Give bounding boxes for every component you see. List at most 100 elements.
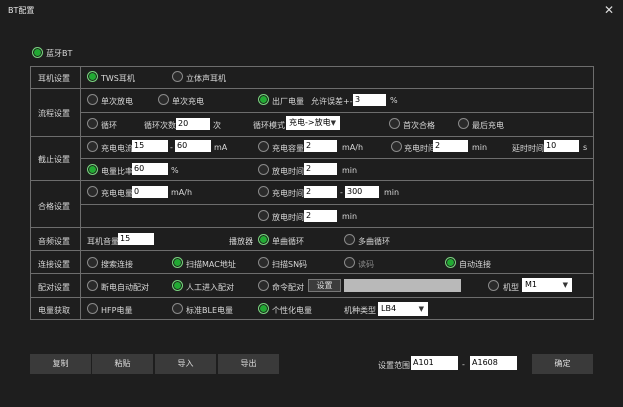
ble-radio[interactable] — [172, 303, 183, 314]
read-code-radio[interactable] — [344, 257, 355, 268]
delay-time-input[interactable]: 10 — [544, 140, 579, 152]
loop-mode-select[interactable]: 充电->放电 ▼ — [286, 116, 340, 130]
pass-charge-time-separator: - — [340, 188, 343, 197]
hfp-label: HFP电量 — [101, 306, 133, 315]
custom-power-radio[interactable] — [258, 303, 269, 314]
pass-discharge-time-input[interactable]: 2 — [304, 210, 337, 222]
stereo-radio[interactable] — [172, 71, 183, 82]
single-charge-label: 单次充电 — [172, 97, 204, 106]
single-discharge-radio[interactable] — [87, 94, 98, 105]
row-label-process: 流程设置 — [38, 109, 70, 118]
cmd-pair-radio[interactable] — [258, 280, 269, 291]
copy-button[interactable]: 复制 — [30, 354, 91, 374]
charge-time-label: 充电时间 — [404, 144, 436, 153]
auto-connect-label: 自动连接 — [459, 260, 491, 269]
pass-charge-time-radio[interactable] — [258, 186, 269, 197]
manual-pair-label: 人工进入配对 — [186, 283, 234, 292]
type-value: LB4 — [381, 304, 397, 313]
power-ratio-percent: % — [171, 166, 179, 175]
charge-power-label: 充电电量 — [101, 189, 133, 198]
charge-power-radio[interactable] — [87, 186, 98, 197]
power-off-pair-radio[interactable] — [87, 280, 98, 291]
row-label-pair: 配对设置 — [38, 283, 70, 292]
model-label: 机型 — [503, 283, 519, 292]
range-to-input[interactable]: A1608 — [470, 356, 517, 370]
scan-mac-radio[interactable] — [172, 257, 183, 268]
charge-current-label: 充电电流 — [101, 144, 133, 153]
charge-current-max-input[interactable]: 60 — [175, 140, 211, 152]
last-charge-radio[interactable] — [458, 118, 469, 129]
manual-pair-radio[interactable] — [172, 280, 183, 291]
model-select[interactable]: M1 ▼ — [522, 278, 572, 292]
row-label-earphone: 耳机设置 — [38, 74, 70, 83]
allowed-error-input[interactable]: 3 — [353, 94, 386, 106]
model-radio[interactable] — [488, 280, 499, 291]
row-divider — [30, 180, 594, 181]
charge-capacity-input[interactable]: 2 — [304, 140, 337, 152]
charge-capacity-radio[interactable] — [258, 141, 269, 152]
custom-power-label: 个性化电量 — [272, 306, 312, 315]
power-off-pair-label: 断电自动配对 — [101, 283, 149, 292]
chevron-down-icon: ▼ — [330, 119, 336, 127]
volume-label: 耳机音量 — [87, 237, 119, 246]
ok-button[interactable]: 确定 — [532, 354, 593, 374]
auto-connect-radio[interactable] — [445, 257, 456, 268]
discharge-time-input[interactable]: 2 — [304, 163, 337, 175]
single-discharge-label: 单次放电 — [101, 97, 133, 106]
row-label-connect: 连接设置 — [38, 260, 70, 269]
power-ratio-radio[interactable] — [87, 164, 98, 175]
percent-unit: % — [390, 96, 398, 105]
power-ratio-label: 电量比率 — [101, 167, 133, 176]
multi-loop-radio[interactable] — [344, 234, 355, 245]
pass-charge-time-min-input[interactable]: 2 — [304, 186, 337, 198]
ma-unit: mA — [214, 143, 228, 152]
min-unit: min — [342, 166, 358, 175]
scan-mac-label: 扫描MAC地址 — [186, 260, 236, 269]
type-select[interactable]: LB4 ▼ — [378, 302, 428, 316]
paste-button[interactable]: 粘贴 — [92, 354, 153, 374]
model-value: M1 — [525, 280, 537, 289]
search-connect-radio[interactable] — [87, 257, 98, 268]
loop-label: 循环 — [101, 121, 117, 130]
pass-discharge-time-radio[interactable] — [258, 210, 269, 221]
single-loop-radio[interactable] — [258, 234, 269, 245]
cmd-pair-label: 命令配对 — [272, 283, 304, 292]
read-code-label: 读码 — [358, 260, 374, 269]
row-label-power: 电量获取 — [38, 306, 70, 315]
pair-set-button[interactable]: 设置 — [308, 279, 341, 292]
mah-unit: mA/h — [342, 143, 364, 152]
volume-input[interactable]: 15 — [118, 233, 154, 245]
power-ratio-input[interactable]: 60 — [132, 163, 168, 175]
row-divider — [30, 250, 594, 251]
last-charge-label: 最后充电 — [472, 121, 504, 130]
loop-mode-value: 充电->放电 — [289, 118, 331, 127]
factory-power-radio[interactable] — [258, 94, 269, 105]
range-from-input[interactable]: A101 — [411, 356, 458, 370]
bt-toggle-radio[interactable] — [32, 47, 43, 58]
charge-current-radio[interactable] — [87, 141, 98, 152]
factory-power-label: 出厂电量 — [272, 97, 304, 106]
scan-sn-radio[interactable] — [258, 257, 269, 268]
hfp-radio[interactable] — [87, 303, 98, 314]
single-charge-radio[interactable] — [158, 94, 169, 105]
import-button[interactable]: 导入 — [155, 354, 216, 374]
export-button[interactable]: 导出 — [218, 354, 279, 374]
close-icon[interactable]: ✕ — [604, 3, 614, 17]
charge-time-input[interactable]: 2 — [433, 140, 468, 152]
charge-time-radio[interactable] — [391, 141, 402, 152]
allowed-error-label: 允许误差+- — [311, 97, 353, 106]
first-pass-radio[interactable] — [389, 118, 400, 129]
title-bar — [0, 0, 623, 22]
discharge-time-radio[interactable] — [258, 164, 269, 175]
cmd-pair-input[interactable] — [344, 279, 461, 292]
loop-count-input[interactable]: 20 — [176, 118, 210, 130]
chevron-down-icon: ▼ — [562, 281, 568, 289]
charge-current-min-input[interactable]: 15 — [132, 140, 168, 152]
bt-toggle-label: 蓝牙BT — [46, 49, 73, 58]
tws-radio[interactable] — [87, 71, 98, 82]
loop-radio[interactable] — [87, 118, 98, 129]
charge-power-input[interactable]: 0 — [132, 186, 168, 198]
inner-divider — [80, 204, 594, 205]
label-column-divider — [80, 66, 81, 320]
pass-charge-time-max-input[interactable]: 300 — [345, 186, 379, 198]
